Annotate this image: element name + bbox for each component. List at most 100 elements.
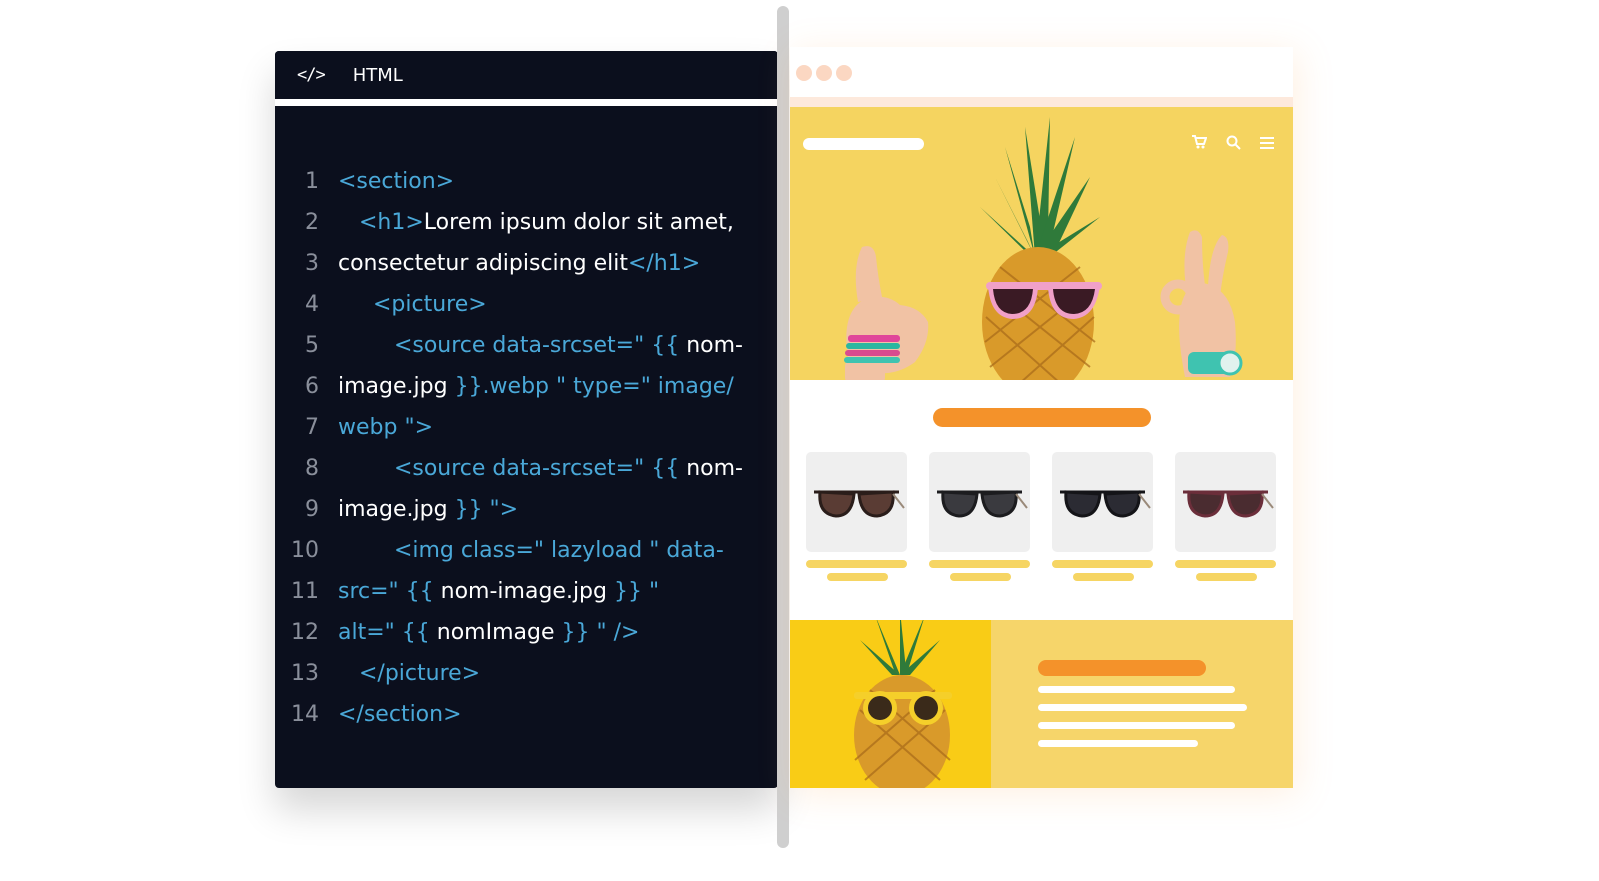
product-title-placeholder <box>806 560 907 568</box>
code-token-tag: src=" {{ <box>338 579 441 604</box>
line-number: 11 <box>291 579 319 604</box>
product-price-placeholder <box>1073 573 1134 581</box>
pineapple-leaves <box>980 117 1100 257</box>
code-token-tag: <source data-srcset=" {{ <box>338 456 687 481</box>
hero-image <box>790 107 1293 380</box>
code-line[interactable]: 13 </picture> <box>275 653 778 694</box>
window-dot-minimize[interactable] <box>816 65 832 81</box>
product-title-placeholder <box>1052 560 1153 568</box>
code-token-tag: </section> <box>338 702 462 727</box>
pineapple-sunglasses-illustration <box>854 610 952 788</box>
code-text: src=" {{ nom-image.jpg }} " <box>338 571 659 612</box>
code-token-text: Lorem ipsum dolor sit amet, <box>423 210 734 235</box>
code-body[interactable]: 1 <section> 2 <h1>Lorem ipsum dolor sit am… <box>275 161 778 735</box>
code-token-tag: <source data-srcset=" {{ <box>338 333 687 358</box>
code-line[interactable]: 4 <picture> <box>275 284 778 325</box>
line-number: 4 <box>305 292 319 317</box>
code-text: </section> <box>338 694 462 735</box>
line-number: 13 <box>291 661 319 686</box>
product-price-placeholder <box>827 573 888 581</box>
line-number: 3 <box>305 251 319 276</box>
code-text: <source data-srcset=" {{ nom- <box>338 325 743 366</box>
code-line[interactable]: 9 image.jpg }} "> <box>275 489 778 530</box>
sunglasses-icon <box>1183 490 1274 518</box>
site-logo-placeholder[interactable] <box>803 138 924 150</box>
editor-title: HTML <box>352 64 403 86</box>
feature-text-block <box>991 620 1293 788</box>
code-text: image.jpg }} "> <box>338 489 518 530</box>
code-line[interactable]: 5 <source data-srcset=" {{ nom- <box>275 325 778 366</box>
line-number: 8 <box>305 456 319 481</box>
editor-separator <box>275 99 778 106</box>
code-token-tag: <picture> <box>338 292 487 317</box>
code-text: image.jpg }}.webp " type=" image/ <box>338 366 734 407</box>
code-token-text: image.jpg <box>338 374 455 399</box>
product-title-placeholder <box>929 560 1030 568</box>
search-icon[interactable] <box>1225 135 1241 154</box>
code-line[interactable]: 7 webp "> <box>275 407 778 448</box>
product-card[interactable] <box>929 452 1030 552</box>
window-dot-close[interactable] <box>796 65 812 81</box>
code-line[interactable]: 6 image.jpg }}.webp " type=" image/ <box>275 366 778 407</box>
code-text: <section> <box>338 161 454 202</box>
code-token-tag: }} "> <box>454 497 519 522</box>
window-dot-maximize[interactable] <box>836 65 852 81</box>
code-line[interactable]: 10 <img class=" lazyload " data- <box>275 530 778 571</box>
code-token-text: consectetur adipiscing elit <box>338 251 628 276</box>
code-line[interactable]: 3 consectetur adipiscing elit</h1> <box>275 243 778 284</box>
code-line[interactable]: 12 alt=" {{ nomImage }} " /> <box>275 612 778 653</box>
product-card[interactable] <box>1175 452 1276 552</box>
section-title-placeholder <box>933 408 1151 427</box>
code-text: </picture> <box>338 653 480 694</box>
code-text: <img class=" lazyload " data- <box>338 530 724 571</box>
code-token-tag: </h1> <box>627 251 701 276</box>
code-text: consectetur adipiscing elit</h1> <box>338 243 700 284</box>
sunglasses-icon <box>937 490 1028 518</box>
feature-heading-placeholder <box>1038 660 1206 676</box>
line-number: 5 <box>305 333 319 358</box>
code-line[interactable]: 8 <source data-srcset=" {{ nom- <box>275 448 778 489</box>
line-number: 2 <box>305 210 319 235</box>
code-token-text: image.jpg <box>338 497 455 522</box>
cart-icon[interactable] <box>1191 135 1208 154</box>
feature-text-line <box>1038 686 1235 693</box>
editor-header: </> HTML <box>275 51 778 99</box>
code-token-text: nom-image.jpg <box>440 579 614 604</box>
product-card[interactable] <box>806 452 907 552</box>
line-number: 10 <box>291 538 319 563</box>
code-token-tag: }} " /> <box>561 620 640 645</box>
code-line[interactable]: 11 src=" {{ nom-image.jpg }} " <box>275 571 778 612</box>
product-card[interactable] <box>1052 452 1153 552</box>
code-line[interactable]: 1 <section> <box>275 161 778 202</box>
line-number: 6 <box>305 374 319 399</box>
code-text: <h1>Lorem ipsum dolor sit amet, <box>338 202 734 243</box>
code-token-tag: </picture> <box>338 661 481 686</box>
code-text: webp "> <box>338 407 433 448</box>
code-line[interactable]: 2 <h1>Lorem ipsum dolor sit amet, <box>275 202 778 243</box>
code-token-tag: }}.webp " type=" image/ <box>454 374 734 399</box>
feature-text-line <box>1038 722 1235 729</box>
code-token-tag: <section> <box>338 169 455 194</box>
menu-icon[interactable] <box>1259 135 1275 154</box>
code-token-text: nom- <box>686 456 743 481</box>
browser-preview <box>790 47 1293 788</box>
code-icon: </> <box>297 65 326 85</box>
code-text: <picture> <box>338 284 487 325</box>
sunglasses-icon <box>814 490 905 518</box>
watch <box>1188 350 1243 376</box>
code-token-tag: webp "> <box>338 415 434 440</box>
feature-text-line <box>1038 704 1247 711</box>
code-line[interactable]: 14 </section> <box>275 694 778 735</box>
product-price-placeholder <box>950 573 1011 581</box>
code-text: <source data-srcset=" {{ nom- <box>338 448 743 489</box>
bracelets <box>844 335 900 363</box>
line-number: 9 <box>305 497 319 522</box>
browser-toolbar <box>790 47 1293 107</box>
code-token-tag: alt=" {{ <box>338 620 437 645</box>
split-divider-handle[interactable] <box>777 6 789 848</box>
code-editor-panel: </> HTML 1 <section> 2 <h1>Lorem ipsum dol… <box>275 51 778 788</box>
line-number: 14 <box>291 702 319 727</box>
code-token-tag: <img class=" lazyload " data- <box>338 538 724 563</box>
code-token-tag: }} " <box>613 579 660 604</box>
line-number: 12 <box>291 620 319 645</box>
